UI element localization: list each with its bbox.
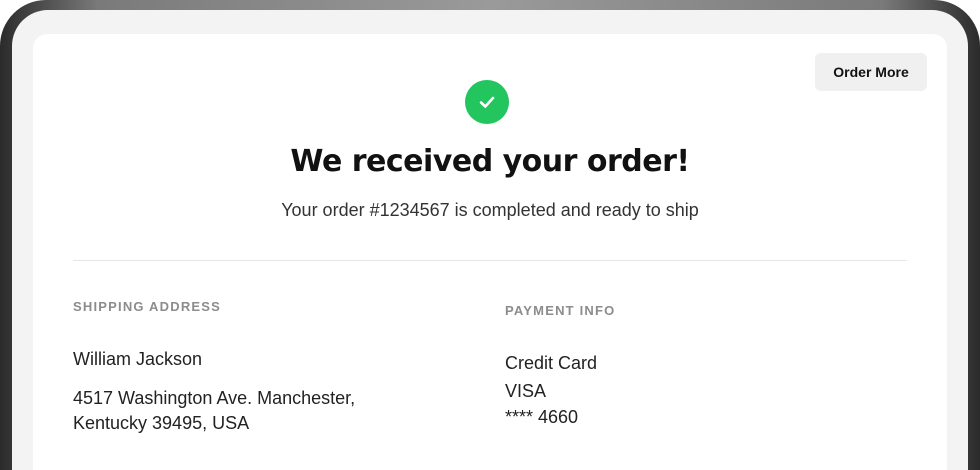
device-frame: Order More We received your order! Your …: [0, 0, 980, 470]
success-badge: [465, 80, 509, 124]
section-divider: [73, 260, 907, 261]
order-more-button[interactable]: Order More: [815, 53, 927, 91]
check-icon: [479, 96, 495, 108]
shipping-address-label: SHIPPING ADDRESS: [73, 299, 222, 314]
device-bezel: Order More We received your order! Your …: [12, 10, 968, 470]
card-number: **** 4660: [505, 407, 579, 427]
page-title: We received your order!: [290, 144, 690, 179]
order-confirmation-screen: Order More We received your order! Your …: [33, 34, 947, 470]
payment-method: Credit Card: [505, 353, 598, 373]
payment-info-label: PAYMENT INFO: [505, 303, 616, 318]
card-brand: VISA: [505, 381, 547, 401]
address-line-1: 4517 Washington Ave. Manchester,: [73, 388, 356, 408]
order-status-text: Your order #1234567 is completed and rea…: [281, 200, 699, 220]
recipient-name: William Jackson: [73, 349, 203, 369]
